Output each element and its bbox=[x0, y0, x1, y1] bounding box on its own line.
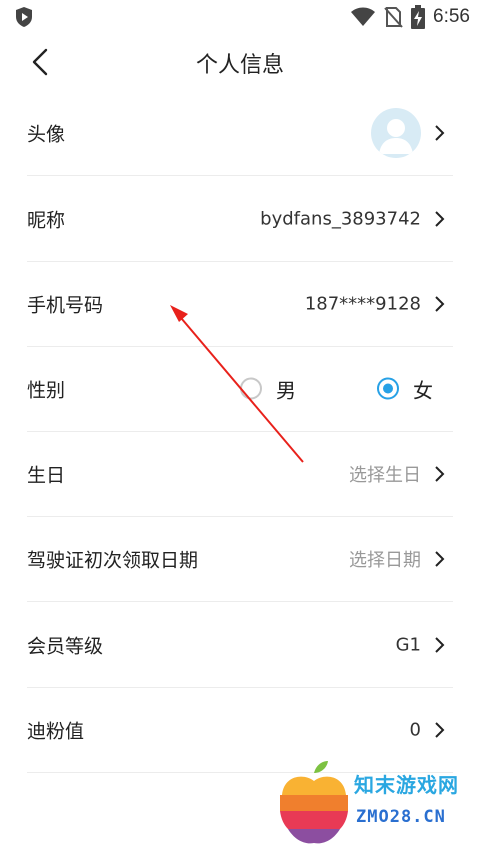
license-date-label: 驾驶证初次领取日期 bbox=[27, 549, 199, 571]
row-gender: 性别 男 女 bbox=[27, 346, 453, 432]
male-radio[interactable] bbox=[240, 377, 262, 400]
chevron-right-icon bbox=[435, 636, 445, 653]
row-license-date[interactable]: 驾驶证初次领取日期 选择日期 bbox=[27, 516, 453, 602]
license-date-placeholder: 选择日期 bbox=[349, 549, 421, 571]
avatar-label: 头像 bbox=[27, 123, 66, 145]
birthday-placeholder: 选择生日 bbox=[349, 464, 421, 486]
gender-option-male[interactable]: 男 bbox=[240, 374, 296, 403]
avatar[interactable] bbox=[371, 107, 421, 158]
di-fen-label: 迪粉值 bbox=[27, 720, 85, 742]
row-avatar[interactable]: 头像 bbox=[27, 90, 453, 176]
female-radio[interactable] bbox=[377, 377, 399, 400]
birthday-label: 生日 bbox=[27, 464, 66, 486]
row-member-level[interactable]: 会员等级 G1 bbox=[27, 602, 453, 688]
watermark: 知末游戏网 ZMO28.CN bbox=[274, 759, 474, 849]
member-level-label: 会员等级 bbox=[27, 635, 104, 657]
chevron-right-icon bbox=[435, 550, 445, 567]
chevron-right-icon bbox=[435, 295, 445, 312]
female-label: 女 bbox=[413, 378, 433, 402]
gender-option-female[interactable]: 女 bbox=[377, 374, 433, 403]
apple-logo-icon bbox=[280, 761, 348, 844]
top-bar: 个人信息 bbox=[0, 34, 480, 90]
shield-play-icon bbox=[16, 7, 32, 27]
chevron-right-icon bbox=[435, 465, 445, 482]
row-phone[interactable]: 手机号码 187****9128 bbox=[27, 261, 453, 347]
phone-value: 187****9128 bbox=[304, 293, 421, 314]
di-fen-value: 0 bbox=[409, 719, 421, 740]
page-title: 个人信息 bbox=[195, 53, 284, 78]
battery-charging-icon bbox=[411, 5, 426, 29]
nickname-label: 昵称 bbox=[27, 209, 66, 231]
phone-label: 手机号码 bbox=[27, 294, 104, 316]
status-time: 6:56 bbox=[433, 6, 470, 27]
user-placeholder-icon bbox=[379, 118, 413, 154]
row-birthday[interactable]: 生日 选择生日 bbox=[27, 431, 453, 517]
nickname-value: bydfans_3893742 bbox=[260, 208, 421, 229]
row-nickname[interactable]: 昵称 bydfans_3893742 bbox=[27, 176, 453, 262]
watermark-cn: 知末游戏网 bbox=[354, 773, 459, 797]
no-sim-icon bbox=[384, 7, 403, 28]
watermark-en: ZMO28.CN bbox=[356, 807, 446, 827]
status-bar: 6:56 bbox=[0, 0, 480, 34]
status-icons: 6:56 bbox=[351, 4, 470, 30]
male-label: 男 bbox=[276, 378, 296, 402]
chevron-right-icon bbox=[435, 721, 445, 738]
wifi-icon bbox=[351, 7, 376, 26]
gender-label: 性别 bbox=[27, 379, 66, 401]
member-level-value: G1 bbox=[395, 634, 421, 655]
chevron-right-icon bbox=[435, 124, 445, 141]
chevron-right-icon bbox=[435, 210, 445, 227]
